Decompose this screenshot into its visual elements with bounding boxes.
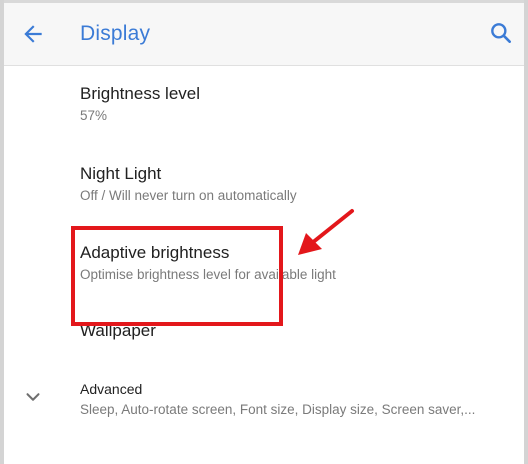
setting-advanced[interactable]: Advanced Sleep, Auto-rotate screen, Font… [4, 372, 524, 432]
back-button[interactable] [20, 21, 46, 47]
setting-value: 57% [80, 108, 108, 123]
arrow-left-icon [24, 25, 42, 43]
search-button[interactable] [488, 20, 514, 46]
setting-title: Brightness level [80, 84, 201, 103]
setting-title: Wallpaper [80, 321, 156, 340]
setting-wallpaper[interactable]: Wallpaper [4, 312, 524, 362]
setting-summary: Off / Will never turn on automatically [80, 188, 297, 203]
setting-title: Adaptive brightness [80, 243, 230, 262]
setting-night-light[interactable]: Night Light Off / Will never turn on aut… [4, 155, 524, 225]
setting-adaptive-brightness[interactable]: Adaptive brightness Optimise brightness … [4, 234, 524, 304]
setting-title: Night Light [80, 164, 162, 183]
page-title: Display [80, 22, 151, 45]
setting-summary: Sleep, Auto-rotate screen, Font size, Di… [80, 402, 476, 417]
search-icon [491, 23, 511, 43]
chevron-down-icon [26, 393, 40, 401]
setting-summary: Optimise brightness level for available … [80, 267, 336, 282]
app-bar: Display [4, 3, 524, 66]
setting-brightness-level[interactable]: Brightness level 57% [4, 76, 524, 146]
setting-title: Advanced [80, 381, 143, 397]
frame-border-right [524, 0, 528, 464]
